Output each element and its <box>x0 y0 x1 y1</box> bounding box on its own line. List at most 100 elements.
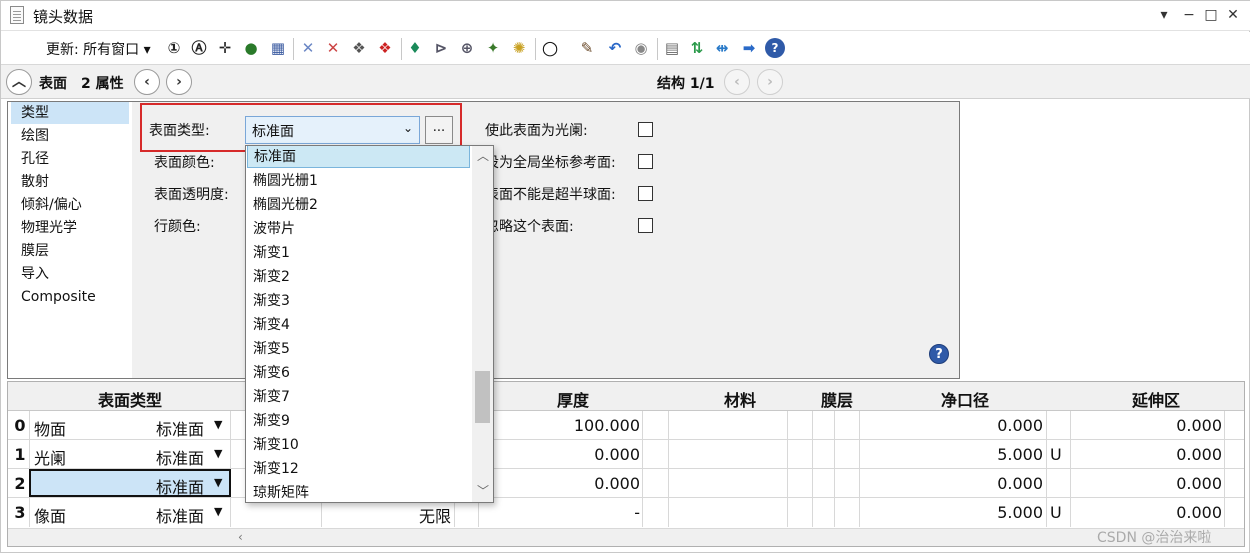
lens-icon[interactable]: ♦ <box>405 38 425 58</box>
category-import[interactable]: 导入 <box>11 263 129 285</box>
thickness-cell[interactable]: - <box>480 503 640 522</box>
prev-surface-button[interactable]: ‹ <box>134 69 160 95</box>
scroll-left-icon[interactable]: ‹ <box>238 530 243 544</box>
crosshair-icon[interactable]: ✛ <box>215 38 235 58</box>
column-header-surface-type[interactable]: 表面类型 <box>30 387 230 411</box>
dropdown-option[interactable]: 渐变3 <box>247 289 470 313</box>
horizontal-scrollbar[interactable]: ‹ <box>8 528 1244 546</box>
surface-type-cell[interactable]: 标准面 <box>156 474 204 498</box>
minimize-button[interactable]: − <box>1179 5 1199 25</box>
surface-type-cell[interactable]: 标准面 <box>156 445 204 469</box>
dropdown-option[interactable]: 渐变10 <box>247 433 470 457</box>
surface-type-cell[interactable]: 标准面 <box>156 416 204 440</box>
no-hyperhemisphere-checkbox[interactable] <box>638 186 653 201</box>
clear-semi-dia-cell[interactable]: 5.000 <box>860 503 1043 522</box>
sheet-icon[interactable]: ▤ <box>662 38 682 58</box>
dropdown-option[interactable]: 波带片 <box>247 217 470 241</box>
category-scatter[interactable]: 散射 <box>11 171 129 193</box>
clear-semi-dia-cell[interactable]: 0.000 <box>860 474 1043 493</box>
column-header-clear-semi-dia[interactable]: 净口径 <box>860 387 1070 411</box>
mech-semi-dia-cell[interactable]: 0.000 <box>1071 503 1222 522</box>
clear-semi-dia-cell[interactable]: 0.000 <box>860 416 1043 435</box>
scrollbar-thumb[interactable] <box>475 371 490 423</box>
ignore-surface-checkbox[interactable] <box>638 218 653 233</box>
surface-comment-cell[interactable]: 光阑 <box>34 445 66 469</box>
dropdown-option[interactable]: 椭圆光栅1 <box>247 169 470 193</box>
column-header-mech-semi-dia[interactable]: 延伸区 <box>1071 387 1241 411</box>
next-surface-button[interactable]: › <box>166 69 192 95</box>
circle-icon[interactable]: ○ <box>540 38 560 58</box>
converge-icon[interactable]: ⇹ <box>712 38 732 58</box>
category-coating[interactable]: 膜层 <box>11 240 129 262</box>
category-type[interactable]: 类型 <box>11 102 129 124</box>
next-config-button[interactable]: › <box>757 69 783 95</box>
category-tilt-decenter[interactable]: 倾斜/偏心 <box>11 194 129 216</box>
collapse-up-button[interactable]: ︿ <box>6 69 32 95</box>
chart-icon[interactable]: ▦ <box>268 38 288 58</box>
dropdown-option[interactable]: 琼斯矩阵 <box>247 481 470 502</box>
category-composite[interactable]: Composite <box>11 286 129 308</box>
dropdown-option[interactable]: 渐变2 <box>247 265 470 289</box>
help-icon[interactable]: ? <box>765 38 785 58</box>
update-all-icon[interactable]: Ⓐ <box>189 38 209 58</box>
radius-cell[interactable]: 无限 <box>323 503 451 527</box>
update-dropdown[interactable]: 更新: 所有窗口 ▾ <box>46 39 151 59</box>
caret-down-icon[interactable]: ▼ <box>214 418 222 431</box>
thickness-cell[interactable]: 0.000 <box>480 445 640 464</box>
surface-comment-cell[interactable]: 像面 <box>34 503 66 527</box>
dropdown-option[interactable]: 椭圆光栅2 <box>247 193 470 217</box>
undo-icon[interactable]: ↶ <box>605 38 625 58</box>
caret-down-icon[interactable]: ▼ <box>214 476 222 489</box>
mech-semi-dia-cell[interactable]: 0.000 <box>1071 416 1222 435</box>
column-header-material[interactable]: 材料 <box>670 387 810 411</box>
category-aperture[interactable]: 孔径 <box>11 148 129 170</box>
dropdown-option[interactable]: 渐变9 <box>247 409 470 433</box>
window-menu-button[interactable]: ▾ <box>1154 5 1174 25</box>
surface-type-cell[interactable]: 标准面 <box>156 503 204 527</box>
solve-flag-cell[interactable]: U <box>1050 503 1062 522</box>
dropdown-option[interactable]: 渐变5 <box>247 337 470 361</box>
solve-flag-cell[interactable]: U <box>1050 445 1062 464</box>
surface-comment-cell[interactable]: 物面 <box>34 416 66 440</box>
prev-config-button[interactable]: ‹ <box>724 69 750 95</box>
category-draw[interactable]: 绘图 <box>11 125 129 147</box>
pencil-icon[interactable]: ✎ <box>577 38 597 58</box>
dropdown-option[interactable]: 渐变1 <box>247 241 470 265</box>
dropdown-option[interactable]: 渐变4 <box>247 313 470 337</box>
insert-surface-icon[interactable]: ✕ <box>298 38 318 58</box>
make-stop-checkbox[interactable] <box>638 122 653 137</box>
global-reference-checkbox[interactable] <box>638 154 653 169</box>
category-physical-optics[interactable]: 物理光学 <box>11 217 129 239</box>
scroll-up-icon[interactable]: ︿ <box>477 147 489 164</box>
thickness-cell[interactable]: 0.000 <box>480 474 640 493</box>
forward-arrow-icon[interactable]: ➡ <box>739 38 759 58</box>
thickness-cell[interactable]: 100.000 <box>480 416 640 435</box>
dropdown-option[interactable]: 渐变6 <box>247 361 470 385</box>
column-header-thickness[interactable]: 厚度 <box>478 387 668 411</box>
caret-down-icon[interactable]: ▼ <box>214 505 222 518</box>
close-button[interactable]: ✕ <box>1223 5 1243 25</box>
dropdown-scrollbar[interactable]: ︿ ﹀ <box>472 146 493 502</box>
dropdown-option[interactable]: 渐变12 <box>247 457 470 481</box>
toggle-icon[interactable]: ◉ <box>631 38 651 58</box>
dropdown-option[interactable]: 标准面 <box>247 146 470 168</box>
scroll-down-icon[interactable]: ﹀ <box>477 482 489 499</box>
dropdown-option[interactable]: 渐变7 <box>247 385 470 409</box>
update-current-icon[interactable]: ① <box>164 38 184 58</box>
remove-op-icon[interactable]: ❖ <box>375 38 395 58</box>
coordinate-icon[interactable]: ✦ <box>483 38 503 58</box>
palette-icon[interactable]: ✺ <box>509 38 529 58</box>
globe-icon[interactable]: ● <box>241 38 261 58</box>
swap-icon[interactable]: ⇅ <box>687 38 707 58</box>
mech-semi-dia-cell[interactable]: 0.000 <box>1071 474 1222 493</box>
mech-semi-dia-cell[interactable]: 0.000 <box>1071 445 1222 464</box>
caret-down-icon[interactable]: ▼ <box>214 447 222 460</box>
column-header-coating[interactable]: 膜层 <box>813 387 861 411</box>
tilt-icon[interactable]: ⊕ <box>457 38 477 58</box>
help-icon[interactable]: ? <box>929 344 949 364</box>
maximize-button[interactable]: □ <box>1201 5 1221 25</box>
arrow-lens-icon[interactable]: ⊳ <box>431 38 451 58</box>
surface-op-icon[interactable]: ❖ <box>349 38 369 58</box>
delete-surface-icon[interactable]: ✕ <box>323 38 343 58</box>
clear-semi-dia-cell[interactable]: 5.000 <box>860 445 1043 464</box>
